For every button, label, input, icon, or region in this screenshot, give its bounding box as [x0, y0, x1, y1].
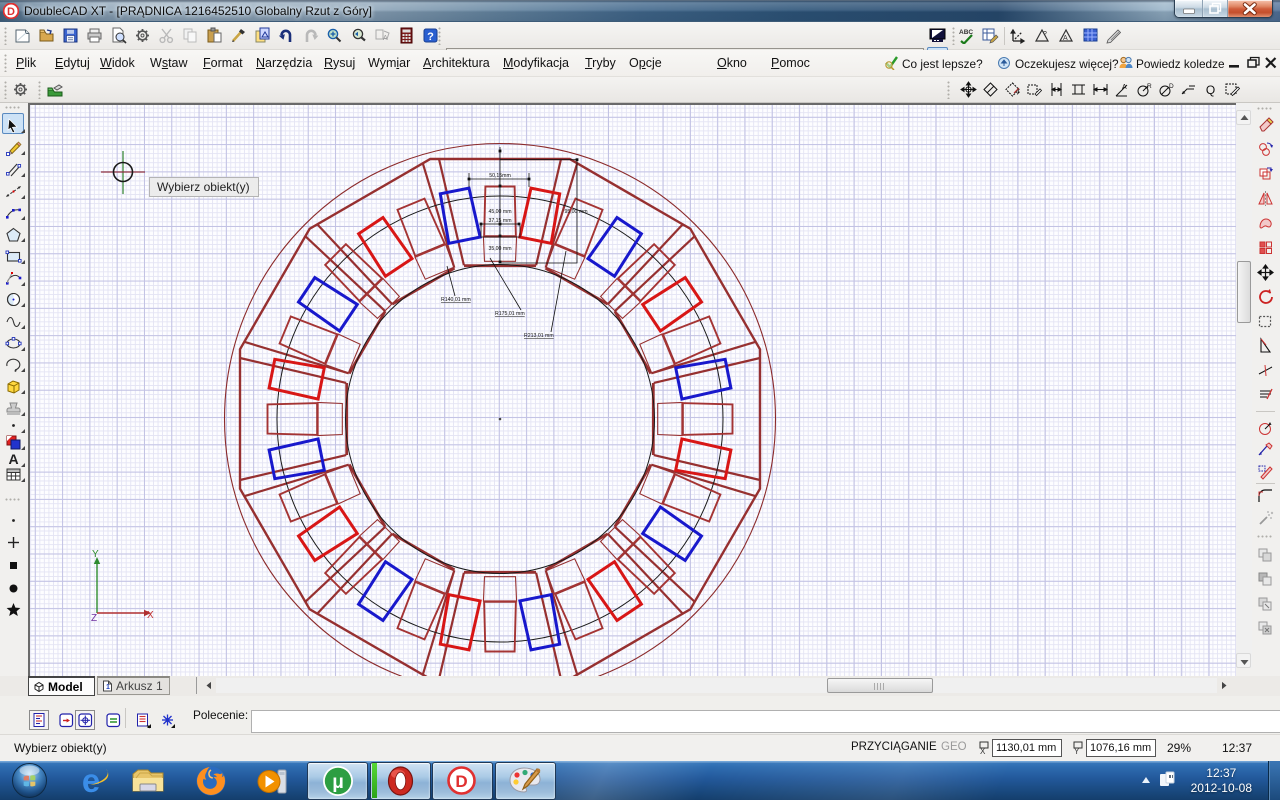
- svg-text:e: e: [82, 765, 100, 797]
- svg-text:Q: Q: [1205, 83, 1214, 97]
- svg-text:50,15mm: 50,15mm: [489, 173, 511, 179]
- svg-text:95,00 mm: 95,00 mm: [564, 209, 587, 215]
- svg-text:D: D: [1169, 83, 1174, 90]
- svg-text:Z: Z: [91, 613, 97, 624]
- svg-text:Y: Y: [1074, 747, 1080, 755]
- svg-text:35,00 mm: 35,00 mm: [488, 246, 511, 252]
- svg-text:37,15 mm: 37,15 mm: [488, 218, 511, 224]
- svg-text:D: D: [455, 772, 467, 791]
- svg-text:μ: μ: [332, 772, 344, 793]
- svg-text:R213,01 mm: R213,01 mm: [524, 333, 554, 339]
- svg-text:R: R: [1147, 83, 1152, 90]
- svg-text:Y: Y: [92, 549, 99, 560]
- svg-text:A: A: [1122, 84, 1127, 91]
- svg-text:?: ?: [1043, 31, 1047, 38]
- svg-text:A: A: [1063, 35, 1068, 42]
- svg-text:D: D: [7, 6, 15, 18]
- svg-text:A: A: [383, 35, 388, 42]
- svg-text:R140,01 mm: R140,01 mm: [441, 297, 471, 303]
- svg-text:?: ?: [427, 31, 434, 43]
- svg-text:X: X: [147, 610, 154, 621]
- svg-text:X: X: [980, 747, 986, 755]
- svg-text:45,00 mm: 45,00 mm: [488, 209, 511, 215]
- svg-text:R175,01 mm: R175,01 mm: [495, 311, 525, 317]
- svg-text:1: 1: [106, 684, 110, 691]
